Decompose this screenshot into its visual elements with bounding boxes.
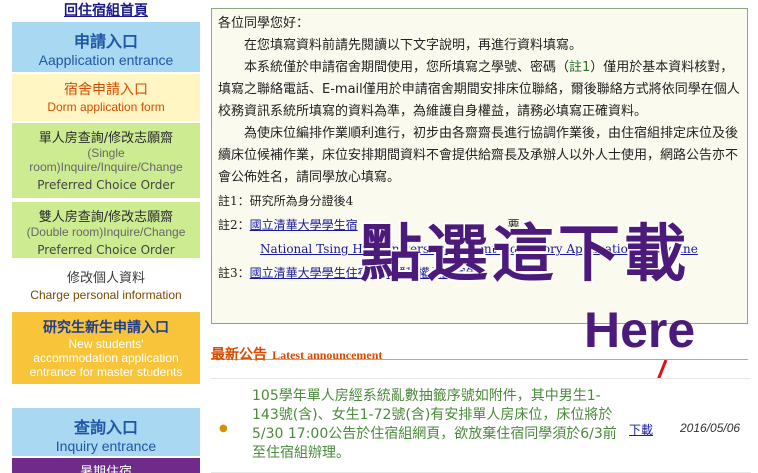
application-entrance-zh: 申請入口: [73, 32, 138, 51]
inquiry-entrance-zh: 查詢入口: [73, 418, 138, 437]
single-room-zh: 單人房查詢/修改志願齋: [38, 131, 174, 146]
double-room-en-2: Preferred Choice Order: [37, 243, 175, 257]
single-room-en-2: room)Inquire/Inquire/Change: [29, 160, 183, 174]
inquiry-entrance-header: 查詢入口 Inquiry entrance: [12, 408, 200, 456]
notice-paragraph-3: 為使床位編排作業順利進行，初步由各齋齋長進行協調作業後，由住宿組排定床位及後續床…: [218, 126, 739, 185]
single-room-en-1: (Single: [87, 146, 125, 160]
grad-application-en-2: accommodation application: [33, 351, 179, 365]
grad-application-zh: 研究生新生申請入口: [43, 320, 169, 336]
home-link[interactable]: 回住宿組首頁: [12, 0, 200, 19]
sidebar-item-personal-data[interactable]: 修改個人資料 Charge personal information: [12, 262, 200, 308]
announcement-title-zh: 最新公告: [211, 347, 267, 363]
download-link[interactable]: 下載: [629, 421, 653, 438]
footnote-1-text: 研究所為身分證後4: [249, 194, 354, 208]
notice-greeting: 各位同學您好：: [218, 16, 310, 31]
announcement-text: 105學年單人房經系統亂數抽籤序號如附件，其中男生1-143號(含)、女生1-7…: [252, 388, 617, 461]
announcement-row: ● 105學年單人房經系統亂數抽籤序號如附件，其中男生1-143號(含)、女生1…: [211, 378, 751, 473]
announcement-title-en: Latest announcement: [272, 348, 383, 362]
dorm-application-zh: 宿舍申請入口: [64, 82, 148, 98]
notice-paragraph-2: 本系統僅於申請宿舍期間使用，您所填寫之學號、密碼（註1）僅用於基本資料核對，填寫…: [218, 57, 741, 123]
single-room-en-3: Preferred Choice Order: [37, 178, 175, 192]
announcement-header: 最新公告 Latest announcement: [211, 344, 748, 363]
sidebar-item-dorm-application[interactable]: 宿舍申請入口 Dorm application form: [12, 74, 200, 121]
sidebar-item-single-room[interactable]: 單人房查詢/修改志願齋 (Single room)Inquire/Inquire…: [12, 123, 200, 198]
double-room-zh: 雙人房查詢/修改志願齋: [38, 210, 174, 225]
summer-zh: 暑期住宿: [79, 465, 132, 473]
sidebar: 回住宿組首頁 申請入口 Aapplication entrance 宿舍申請入口…: [0, 0, 207, 473]
overlay-click-here-zh: 點選這下載: [360, 217, 691, 290]
footnote-2-label: 註2：: [218, 218, 250, 232]
dorm-application-en: Dorm application form: [47, 100, 165, 114]
footnote-3-label: 註3：: [218, 266, 250, 280]
footnote-1-label: 註1：: [218, 194, 250, 208]
inquiry-entrance-en: Inquiry entrance: [55, 438, 157, 454]
sidebar-item-double-room[interactable]: 雙人房查詢/修改志願齋 (Double room)Inquire/Change …: [12, 202, 200, 258]
double-room-en-1: (Double room)Inquire/Change: [26, 225, 186, 239]
grad-application-en-3: entrance for master students: [29, 365, 183, 379]
sidebar-item-grad-application[interactable]: 研究生新生申請入口 New students' accommodation ap…: [12, 312, 200, 384]
application-entrance-header: 申請入口 Aapplication entrance: [12, 22, 200, 72]
application-entrance-en: Aapplication entrance: [38, 52, 174, 68]
note-1-reference: 註1: [569, 60, 591, 75]
bullet-icon: ●: [219, 423, 228, 434]
announcement-date: 2016/05/06: [680, 421, 741, 435]
notice-paragraph-2-a: 本系統僅於申請宿舍期間使用，您所填寫之學號、密碼（: [244, 60, 570, 75]
personal-data-en: Charge personal information: [30, 288, 182, 302]
footnote-2-link[interactable]: 國立清華大學學生宿: [250, 218, 358, 232]
personal-data-zh: 修改個人資料: [66, 271, 145, 286]
grad-application-en-1: New students': [68, 337, 144, 351]
notice-paragraph-1: 在您填寫資料前請先閱讀以下文字說明，再進行資料填寫。: [244, 38, 583, 53]
sidebar-item-summer[interactable]: 暑期住宿: [12, 458, 200, 473]
footnote-1: 註1：研究所為身分證後4: [218, 189, 741, 213]
